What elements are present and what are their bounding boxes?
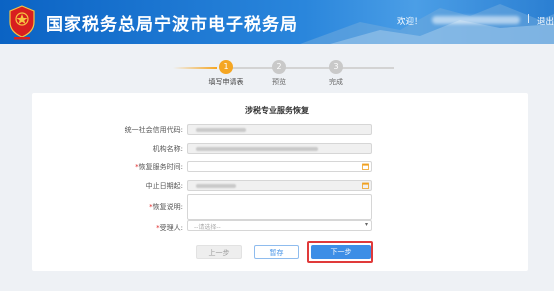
resume-time-input[interactable] (187, 161, 372, 172)
calendar-icon[interactable] (362, 163, 369, 170)
suspend-date-field (187, 180, 372, 191)
tax-bureau-emblem-icon (9, 5, 35, 40)
org-name-field (187, 143, 372, 154)
prev-step-button[interactable]: 上一步 (196, 245, 242, 259)
step-1-label: 填写申请表 (208, 78, 244, 86)
header-separator: | (527, 14, 531, 24)
user-name-redacted (432, 16, 520, 24)
next-button-highlight (307, 241, 373, 263)
handler-label: *受理人: (156, 224, 183, 232)
welcome-text: 欢迎！ (397, 17, 423, 27)
step-line-right (231, 67, 394, 69)
suspend-date-label: 中止日期起: (145, 182, 183, 190)
org-name-redacted (196, 147, 318, 151)
logout-link[interactable]: 退出 (537, 15, 554, 27)
credit-code-label: 统一社会信用代码: (124, 126, 183, 134)
resume-note-label: *恢复说明: (149, 203, 183, 211)
resume-time-label: *恢复服务时间: (135, 163, 183, 171)
handler-select-placeholder: --请选择-- (194, 224, 221, 231)
form-title: 涉税专业服务恢复 (245, 106, 309, 115)
credit-code-redacted (196, 128, 246, 132)
site-title: 国家税务总局宁波市电子税务局 (46, 15, 298, 35)
suspend-date-redacted (196, 184, 236, 188)
site-header: 国家税务总局宁波市电子税务局 欢迎！ | 退出 (0, 0, 554, 44)
handler-select[interactable]: --请选择-- ▾ (187, 220, 372, 231)
calendar-icon (362, 182, 369, 189)
step-3-label: 完成 (329, 78, 343, 86)
step-2-dot: 2 (272, 60, 286, 74)
credit-code-field (187, 124, 372, 135)
org-name-label: 机构名称: (152, 145, 183, 153)
save-draft-button[interactable]: 暂存 (254, 245, 299, 259)
step-line-left (173, 67, 217, 69)
step-3-dot: 3 (329, 60, 343, 74)
step-2-label: 预览 (272, 78, 286, 86)
chevron-down-icon: ▾ (364, 221, 368, 228)
resume-note-textarea[interactable] (187, 194, 372, 220)
step-1-dot: 1 (219, 60, 233, 74)
